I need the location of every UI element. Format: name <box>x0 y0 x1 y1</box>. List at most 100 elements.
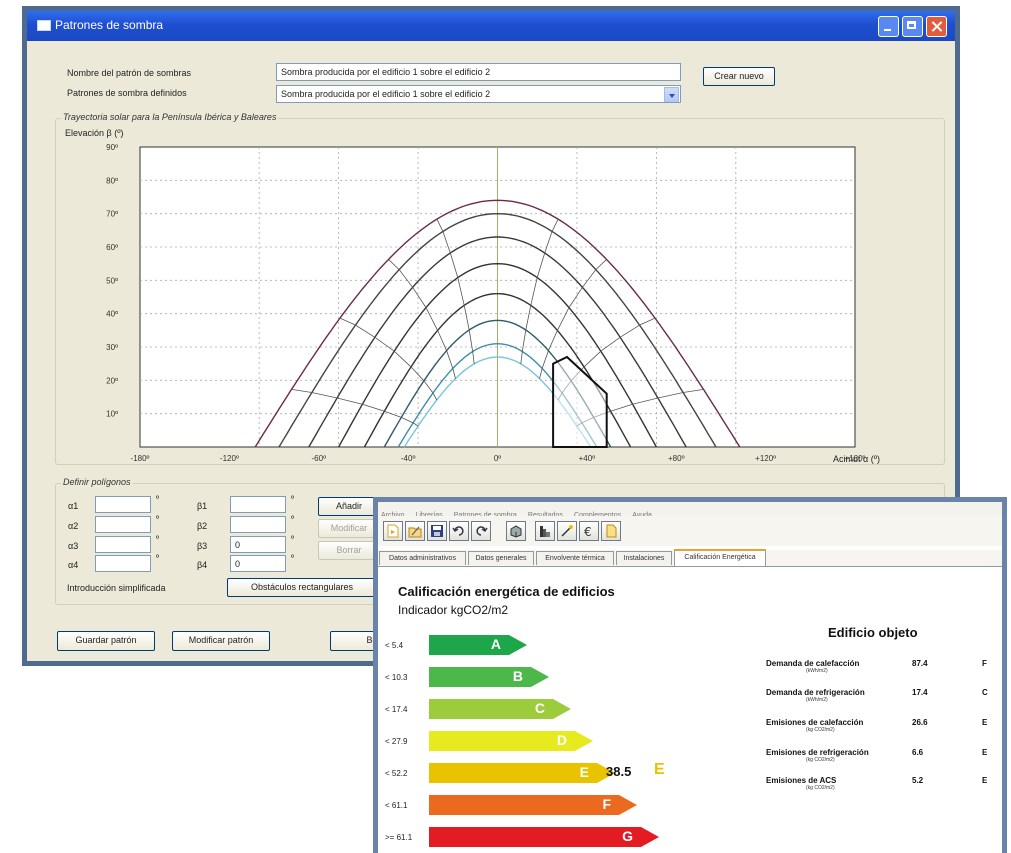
indicator-letter: E <box>982 718 988 727</box>
save-file-button[interactable] <box>427 521 447 541</box>
indicator-row: Demanda de refrigeración (kWh/m2) 17.4 C <box>766 688 996 716</box>
new-file-icon <box>387 524 399 538</box>
tab-calificacion-energetica[interactable]: Calificación Energética <box>674 549 766 566</box>
add-polygon-button[interactable]: Añadir <box>318 497 380 516</box>
energy-rating-window: Archivo Librerías Patrones de sombra Res… <box>373 497 1007 853</box>
tab-instalaciones[interactable]: Instalaciones <box>616 551 672 565</box>
delete-polygon-button[interactable]: Borrar <box>318 541 380 560</box>
beta4-label: β4 <box>197 560 208 570</box>
x-axis-label: Acimut α (º) <box>833 454 880 464</box>
indicator-letter: F <box>982 659 987 668</box>
report-button[interactable] <box>601 521 621 541</box>
indicator-unit: (kg CO2/m2) <box>806 727 835 733</box>
rating-arrow-b: B <box>429 667 549 687</box>
rectangular-obstacles-button[interactable]: Obstáculos rectangulares <box>227 578 377 597</box>
alpha3-label: α3 <box>68 541 79 551</box>
save-pattern-button[interactable]: Guardar patrón <box>57 631 155 651</box>
rating-letter: C <box>534 700 545 716</box>
alpha2-label: α2 <box>68 521 79 531</box>
modify-pattern-button[interactable]: Modificar patrón <box>172 631 270 651</box>
building-title: Edificio objeto <box>828 625 918 640</box>
energy-rating-body: Archivo Librerías Patrones de sombra Res… <box>378 502 1002 853</box>
open-folder-icon <box>408 526 422 538</box>
rating-threshold-label: < 27.9 <box>385 737 408 746</box>
rating-letter: E <box>579 764 589 780</box>
result-value: 38.5 <box>606 764 632 779</box>
rating-arrow-shape <box>429 699 571 719</box>
indicator-unit: (kWh/m2) <box>806 697 828 703</box>
defined-patterns-select[interactable]: Sombra producida por el edificio 1 sobre… <box>276 85 681 103</box>
rating-threshold-label: >= 61.1 <box>385 833 413 842</box>
degree-icon: ° <box>155 535 160 546</box>
beta3-input[interactable]: 0 <box>230 536 286 553</box>
window-icon <box>37 20 51 31</box>
beta4-input[interactable]: 0 <box>230 555 286 572</box>
save-disk-icon <box>431 525 443 537</box>
pattern-name-input[interactable]: Sombra producida por el edificio 1 sobre… <box>276 63 681 81</box>
indicator-value: 17.4 <box>912 688 928 697</box>
indicator-row: Demanda de calefacción (kWh/m2) 87.4 F <box>766 659 996 687</box>
solar-path-group <box>55 118 945 465</box>
maximize-button[interactable] <box>902 16 923 37</box>
indicator-row: Emisiones de refrigeración (kg CO2/m2) 6.6… <box>766 748 996 776</box>
calculate-button[interactable] <box>535 521 555 541</box>
bars-icon <box>540 526 550 537</box>
rating-threshold-label: < 5.4 <box>385 641 404 650</box>
euro-icon: € <box>584 525 592 538</box>
alpha1-input[interactable] <box>95 496 151 513</box>
redo-icon <box>476 526 488 536</box>
3d-view-button[interactable] <box>506 521 526 541</box>
modify-polygon-button[interactable]: Modificar <box>318 519 380 538</box>
y-axis-label: Elevación β (º) <box>65 128 124 138</box>
building-3d-icon <box>510 525 522 538</box>
rating-arrow-e: E <box>429 763 615 783</box>
polygon-group-title: Definir polígonos <box>61 477 133 487</box>
rating-letter: A <box>490 636 501 652</box>
alpha2-input[interactable] <box>95 516 151 533</box>
alpha3-input[interactable] <box>95 536 151 553</box>
alpha4-input[interactable] <box>95 555 151 572</box>
title-bar: Patrones de sombra <box>27 11 955 41</box>
defined-patterns-value: Sombra producida por el edificio 1 sobre… <box>281 89 491 99</box>
beta1-input[interactable] <box>230 496 286 513</box>
tab-datos-generales[interactable]: Datos generales <box>468 551 534 565</box>
defined-patterns-label: Patrones de sombra definidos <box>67 88 187 98</box>
rating-arrow-shape <box>429 635 527 655</box>
tab-bar: Datos administrativos Datos generales En… <box>378 549 1002 567</box>
chevron-down-icon[interactable] <box>664 87 679 102</box>
undo-button[interactable] <box>449 521 469 541</box>
redo-button[interactable] <box>471 521 491 541</box>
close-button[interactable] <box>926 16 947 37</box>
indicator-value: 87.4 <box>912 659 928 668</box>
cost-button[interactable]: € <box>579 521 599 541</box>
beta1-label: β1 <box>197 501 208 511</box>
alpha1-label: α1 <box>68 501 79 511</box>
degree-icon: ° <box>290 535 295 546</box>
toolbar: € <box>378 516 1002 546</box>
minimize-button[interactable] <box>878 16 899 37</box>
degree-icon: ° <box>155 554 160 565</box>
document-icon <box>606 524 617 538</box>
beta3-label: β3 <box>197 541 208 551</box>
degree-icon: ° <box>155 515 160 526</box>
rating-arrow-shape <box>429 731 593 751</box>
create-new-button[interactable]: Crear nuevo <box>703 67 775 86</box>
indicator-name: Emisiones de ACS <box>766 776 837 785</box>
indicator-letter: E <box>982 776 988 785</box>
indicator-value: 5.2 <box>912 776 924 785</box>
rating-letter: B <box>512 668 523 684</box>
rating-threshold-label: < 10.3 <box>385 673 408 682</box>
rating-arrow-shape <box>429 667 549 687</box>
wand-button[interactable] <box>557 521 577 541</box>
degree-icon: ° <box>290 495 295 506</box>
open-file-button[interactable] <box>405 521 425 541</box>
tab-envolvente-termica[interactable]: Envolvente térmica <box>536 551 614 565</box>
rating-threshold-label: < 61.1 <box>385 801 408 810</box>
new-file-button[interactable] <box>383 521 403 541</box>
rating-title: Calificación energética de edificios <box>398 584 615 599</box>
rating-arrow-a: A <box>429 635 527 655</box>
indicator-row: Emisiones de ACS (kg CO2/m2) 5.2 E <box>766 776 996 804</box>
beta2-input[interactable] <box>230 516 286 533</box>
tab-datos-administrativos[interactable]: Datos administrativos <box>379 551 466 565</box>
svg-text:€: € <box>584 525 592 538</box>
